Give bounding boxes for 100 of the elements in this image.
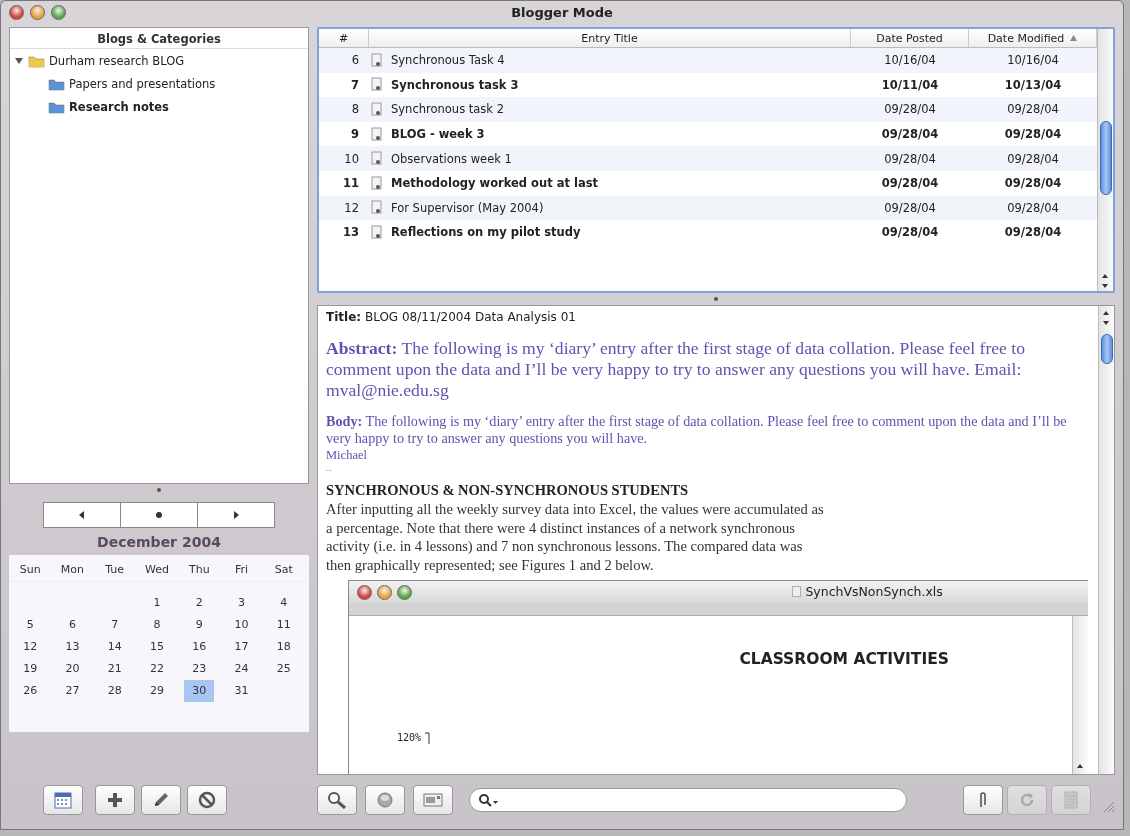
minimize-button[interactable] [377, 584, 392, 600]
calendar-day[interactable]: 19 [15, 658, 46, 680]
toolbar-button[interactable] [963, 785, 1003, 815]
calendar-day[interactable]: 8 [142, 614, 172, 636]
calendar-day[interactable]: 10 [226, 614, 257, 636]
table-cell-text: 09/28/04 [880, 176, 940, 191]
document-icon [371, 102, 383, 117]
calendar-day[interactable]: 23 [184, 658, 215, 680]
disclosure-triangle-icon[interactable] [14, 55, 24, 66]
table-cell[interactable]: Synchronous task 2 [391, 102, 504, 117]
toolbar-button[interactable] [187, 785, 227, 815]
zoom-button[interactable] [51, 4, 66, 20]
calendar-day[interactable]: 20 [57, 658, 88, 680]
table-cell[interactable]: Synchronous task 3 [391, 77, 519, 92]
scroll-thumb[interactable] [1101, 334, 1113, 364]
calendar-day[interactable]: 31 [226, 680, 257, 702]
splitter-handle[interactable] [157, 488, 161, 492]
tree-item[interactable]: Durham research BLOG [49, 53, 185, 68]
calendar-day[interactable]: 25 [268, 658, 299, 680]
folder-icon [48, 76, 65, 91]
toolbar-button[interactable] [365, 785, 405, 815]
calendar-day[interactable]: 30 [184, 680, 215, 702]
tree-item[interactable]: Papers and presentations [69, 76, 216, 91]
calendar-day[interactable]: 17 [226, 636, 257, 658]
table-cell-text: 10/11/04 [880, 77, 940, 92]
search-icon [327, 791, 347, 809]
calendar-day[interactable]: 29 [142, 680, 172, 702]
table-cell-text: 09/28/04 [1003, 176, 1063, 191]
window-title: Blogger Mode [511, 5, 613, 20]
calendar-day[interactable]: 11 [268, 614, 299, 636]
close-button[interactable] [357, 584, 372, 600]
calendar-day[interactable]: 22 [142, 658, 172, 680]
calendar-day[interactable]: 1 [142, 592, 172, 614]
scrollbar[interactable] [1072, 616, 1088, 774]
calendar-day[interactable]: 16 [184, 636, 215, 658]
calendar-day[interactable]: 13 [57, 636, 88, 658]
document-icon [371, 200, 383, 216]
scrollbar[interactable] [1097, 29, 1113, 291]
table-cell[interactable]: For Supervisor (May 2004) [391, 200, 544, 215]
scroll-thumb[interactable] [1100, 121, 1112, 195]
calendar-day[interactable]: 18 [268, 636, 299, 658]
calendar-day[interactable]: 5 [15, 614, 46, 636]
refresh-icon [1018, 791, 1036, 809]
month-title: December 2004 [96, 533, 222, 552]
table-cell-text: 09/28/04 [1006, 102, 1060, 117]
calendar-day[interactable]: 28 [99, 680, 130, 702]
calendar-day[interactable]: 12 [15, 636, 46, 658]
toolbar-button[interactable] [43, 785, 83, 815]
calendar-day[interactable]: 3 [226, 592, 257, 614]
weekday-label: Sat [262, 559, 305, 582]
table-cell[interactable]: Reflections on my pilot study [391, 225, 581, 240]
document-icon [371, 77, 383, 93]
calendar-day[interactable]: 21 [99, 658, 130, 680]
table-cell-text: 7 [350, 77, 360, 92]
plus-icon [107, 792, 123, 808]
column-header: Blogs & Categories [10, 28, 308, 49]
column-header[interactable]: Date Posted [851, 29, 969, 47]
calendar-day[interactable]: 15 [142, 636, 172, 658]
window-title: SynchVsNonSynch.xls [805, 584, 943, 599]
table-cell[interactable]: Observations week 1 [391, 151, 512, 166]
document-icon [371, 151, 383, 167]
calendar-day[interactable]: 4 [268, 592, 299, 614]
zoom-button[interactable] [397, 584, 412, 600]
document-icon [1064, 791, 1078, 809]
document-icon [371, 126, 383, 142]
calendar-day[interactable]: 27 [57, 680, 88, 702]
minimize-button[interactable] [30, 4, 45, 20]
weekday-label: Mon [51, 559, 94, 582]
calendar-day[interactable]: 24 [226, 658, 257, 680]
weekday-label: Tue [93, 559, 136, 582]
calendar-day[interactable]: 7 [99, 614, 130, 636]
calendar-day[interactable]: 9 [184, 614, 215, 636]
scrollbar[interactable] [1098, 306, 1114, 774]
column-header[interactable]: # [319, 29, 369, 47]
table-cell[interactable]: Methodology worked out at last [391, 176, 598, 191]
segmented-control[interactable] [43, 502, 275, 528]
table-cell-text: 09/28/04 [880, 225, 940, 240]
search-field[interactable] [469, 788, 907, 812]
signature-separator: -- [326, 465, 333, 477]
calendar-day[interactable]: 2 [184, 592, 215, 614]
toolbar-button[interactable] [95, 785, 135, 815]
table-cell-text: 10/16/04 [883, 53, 937, 68]
toolbar-button[interactable] [141, 785, 181, 815]
table-cell-text: 10/16/04 [1006, 53, 1060, 68]
table-cell-text: 09/28/04 [883, 200, 937, 215]
splitter-handle[interactable] [714, 297, 718, 301]
calendar-day[interactable]: 26 [15, 680, 46, 702]
body-paragraph: Body: The following is my ‘diary’ entry after the first stage of data collation. Please feel free to comment upon the data and I’ll be very happy to try to answer any questions you will have. [326, 413, 1068, 447]
table-cell[interactable]: BLOG - week 3 [391, 127, 485, 142]
chart-title: CLASSROOM ACTIVITIES [739, 650, 949, 668]
file-icon [792, 586, 802, 597]
table-cell-text: 10 [343, 151, 360, 166]
column-header[interactable]: Entry Title [369, 29, 851, 47]
tree-item[interactable]: Research notes [69, 99, 169, 114]
prohibited-icon [198, 791, 216, 809]
calendar-day[interactable]: 14 [99, 636, 130, 658]
close-button[interactable] [9, 4, 24, 20]
table-cell[interactable]: Synchronous Task 4 [391, 53, 505, 68]
calendar-day[interactable]: 6 [57, 614, 88, 636]
toolbar-button[interactable] [317, 785, 357, 815]
